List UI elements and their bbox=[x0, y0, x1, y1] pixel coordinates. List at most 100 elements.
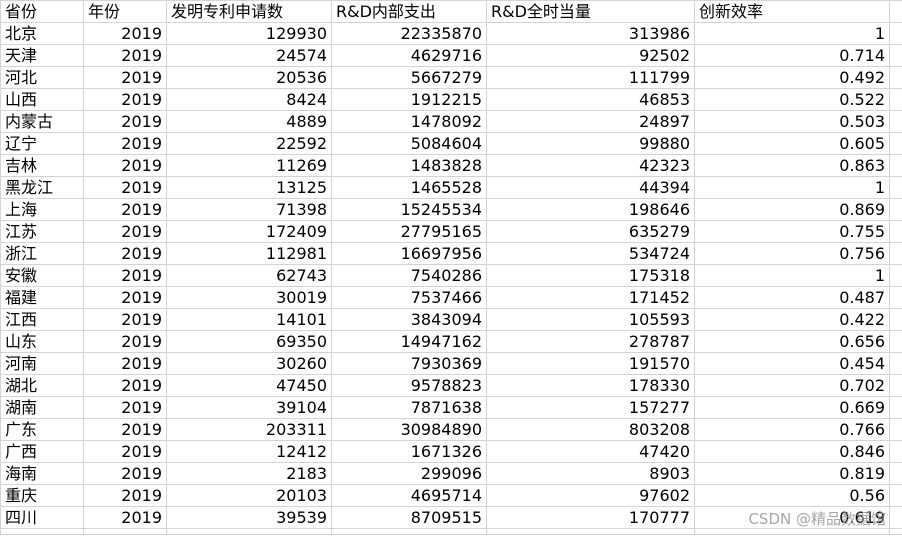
cell-efficiency[interactable]: 1 bbox=[694, 22, 890, 45]
cell-rd-fte[interactable]: 42323 bbox=[486, 154, 695, 177]
cell-year[interactable]: 2019 bbox=[83, 220, 167, 243]
cell-rd-fte[interactable]: 99880 bbox=[486, 132, 695, 155]
cell-rd-fte[interactable]: 191570 bbox=[486, 352, 695, 375]
empty-cell[interactable] bbox=[889, 44, 902, 67]
cell-province[interactable]: 江西 bbox=[0, 308, 84, 331]
cell-province[interactable]: 四川 bbox=[0, 506, 84, 529]
cell-patents[interactable]: 13125 bbox=[166, 176, 332, 199]
cell-rd-fte[interactable]: 44394 bbox=[486, 176, 695, 199]
empty-cell[interactable] bbox=[889, 330, 902, 353]
empty-cell[interactable] bbox=[889, 528, 902, 535]
empty-cell[interactable] bbox=[889, 132, 902, 155]
cell-patents[interactable]: 22592 bbox=[166, 132, 332, 155]
cell-year[interactable]: 2019 bbox=[83, 264, 167, 287]
cell-province[interactable]: 福建 bbox=[0, 286, 84, 309]
cell-rd-fte[interactable]: 46853 bbox=[486, 88, 695, 111]
cell-province[interactable]: 湖北 bbox=[0, 374, 84, 397]
cell-year[interactable]: 2019 bbox=[83, 396, 167, 419]
cell-efficiency[interactable]: 0.492 bbox=[694, 66, 890, 89]
cell-efficiency[interactable]: 0.755 bbox=[694, 220, 890, 243]
cell-year[interactable]: 2019 bbox=[83, 44, 167, 67]
cell-year[interactable]: 2019 bbox=[83, 66, 167, 89]
cell-rd-fte[interactable]: 534724 bbox=[486, 242, 695, 265]
cell-rd-expenditure[interactable]: 1478092 bbox=[331, 110, 487, 133]
cell-year[interactable]: 2019 bbox=[83, 330, 167, 353]
cell-rd-expenditure[interactable]: 7537466 bbox=[331, 286, 487, 309]
cell-efficiency[interactable]: 0.503 bbox=[694, 110, 890, 133]
cell-year[interactable]: 2019 bbox=[83, 154, 167, 177]
empty-cell[interactable] bbox=[331, 528, 487, 535]
cell-efficiency[interactable]: 0.619 bbox=[694, 506, 890, 529]
cell-patents[interactable]: 20536 bbox=[166, 66, 332, 89]
cell-efficiency[interactable]: 0.863 bbox=[694, 154, 890, 177]
cell-patents[interactable]: 47450 bbox=[166, 374, 332, 397]
cell-province[interactable]: 湖南 bbox=[0, 396, 84, 419]
cell-province[interactable]: 广西 bbox=[0, 440, 84, 463]
empty-cell[interactable] bbox=[486, 528, 695, 535]
empty-cell[interactable] bbox=[889, 484, 902, 507]
cell-province[interactable]: 浙江 bbox=[0, 242, 84, 265]
cell-year[interactable]: 2019 bbox=[83, 88, 167, 111]
cell-year[interactable]: 2019 bbox=[83, 242, 167, 265]
empty-cell[interactable] bbox=[889, 352, 902, 375]
cell-year[interactable]: 2019 bbox=[83, 286, 167, 309]
cell-province[interactable]: 北京 bbox=[0, 22, 84, 45]
header-cell-rd-expenditure[interactable]: R&D内部支出 bbox=[331, 0, 487, 23]
cell-rd-expenditure[interactable]: 4629716 bbox=[331, 44, 487, 67]
cell-efficiency[interactable]: 1 bbox=[694, 264, 890, 287]
cell-province[interactable]: 重庆 bbox=[0, 484, 84, 507]
cell-rd-fte[interactable]: 178330 bbox=[486, 374, 695, 397]
cell-year[interactable]: 2019 bbox=[83, 22, 167, 45]
cell-rd-expenditure[interactable]: 15245534 bbox=[331, 198, 487, 221]
empty-cell[interactable] bbox=[889, 440, 902, 463]
empty-cell[interactable] bbox=[889, 374, 902, 397]
cell-efficiency[interactable]: 0.487 bbox=[694, 286, 890, 309]
cell-province[interactable]: 河北 bbox=[0, 66, 84, 89]
cell-efficiency[interactable]: 0.669 bbox=[694, 396, 890, 419]
cell-rd-expenditure[interactable]: 16697956 bbox=[331, 242, 487, 265]
cell-rd-fte[interactable]: 92502 bbox=[486, 44, 695, 67]
cell-patents[interactable]: 14101 bbox=[166, 308, 332, 331]
cell-province[interactable]: 海南 bbox=[0, 462, 84, 485]
cell-rd-expenditure[interactable]: 30984890 bbox=[331, 418, 487, 441]
cell-rd-expenditure[interactable]: 22335870 bbox=[331, 22, 487, 45]
cell-efficiency[interactable]: 0.422 bbox=[694, 308, 890, 331]
cell-year[interactable]: 2019 bbox=[83, 462, 167, 485]
cell-rd-fte[interactable]: 803208 bbox=[486, 418, 695, 441]
cell-patents[interactable]: 112981 bbox=[166, 242, 332, 265]
cell-rd-fte[interactable]: 170777 bbox=[486, 506, 695, 529]
cell-rd-fte[interactable]: 171452 bbox=[486, 286, 695, 309]
cell-year[interactable]: 2019 bbox=[83, 374, 167, 397]
cell-year[interactable]: 2019 bbox=[83, 308, 167, 331]
cell-rd-fte[interactable]: 278787 bbox=[486, 330, 695, 353]
empty-cell[interactable] bbox=[889, 154, 902, 177]
cell-patents[interactable]: 172409 bbox=[166, 220, 332, 243]
cell-province[interactable]: 内蒙古 bbox=[0, 110, 84, 133]
cell-year[interactable]: 2019 bbox=[83, 484, 167, 507]
cell-year[interactable]: 2019 bbox=[83, 506, 167, 529]
cell-year[interactable]: 2019 bbox=[83, 198, 167, 221]
header-cell-province[interactable]: 省份 bbox=[0, 0, 84, 23]
cell-province[interactable]: 山东 bbox=[0, 330, 84, 353]
empty-cell[interactable] bbox=[889, 286, 902, 309]
empty-cell[interactable] bbox=[889, 22, 902, 45]
cell-rd-expenditure[interactable]: 1465528 bbox=[331, 176, 487, 199]
cell-efficiency[interactable]: 0.766 bbox=[694, 418, 890, 441]
cell-rd-expenditure[interactable]: 3843094 bbox=[331, 308, 487, 331]
cell-rd-fte[interactable]: 8903 bbox=[486, 462, 695, 485]
cell-year[interactable]: 2019 bbox=[83, 418, 167, 441]
cell-rd-expenditure[interactable]: 7930369 bbox=[331, 352, 487, 375]
empty-cell[interactable] bbox=[889, 110, 902, 133]
cell-efficiency[interactable]: 0.522 bbox=[694, 88, 890, 111]
header-cell-rd-fte[interactable]: R&D全时当量 bbox=[486, 0, 695, 23]
cell-rd-expenditure[interactable]: 1912215 bbox=[331, 88, 487, 111]
empty-cell[interactable] bbox=[889, 506, 902, 529]
cell-province[interactable]: 安徽 bbox=[0, 264, 84, 287]
cell-province[interactable]: 辽宁 bbox=[0, 132, 84, 155]
empty-cell[interactable] bbox=[889, 0, 902, 23]
cell-rd-expenditure[interactable]: 7540286 bbox=[331, 264, 487, 287]
cell-year[interactable]: 2019 bbox=[83, 352, 167, 375]
cell-patents[interactable]: 11269 bbox=[166, 154, 332, 177]
empty-cell[interactable] bbox=[694, 528, 890, 535]
cell-province[interactable]: 河南 bbox=[0, 352, 84, 375]
